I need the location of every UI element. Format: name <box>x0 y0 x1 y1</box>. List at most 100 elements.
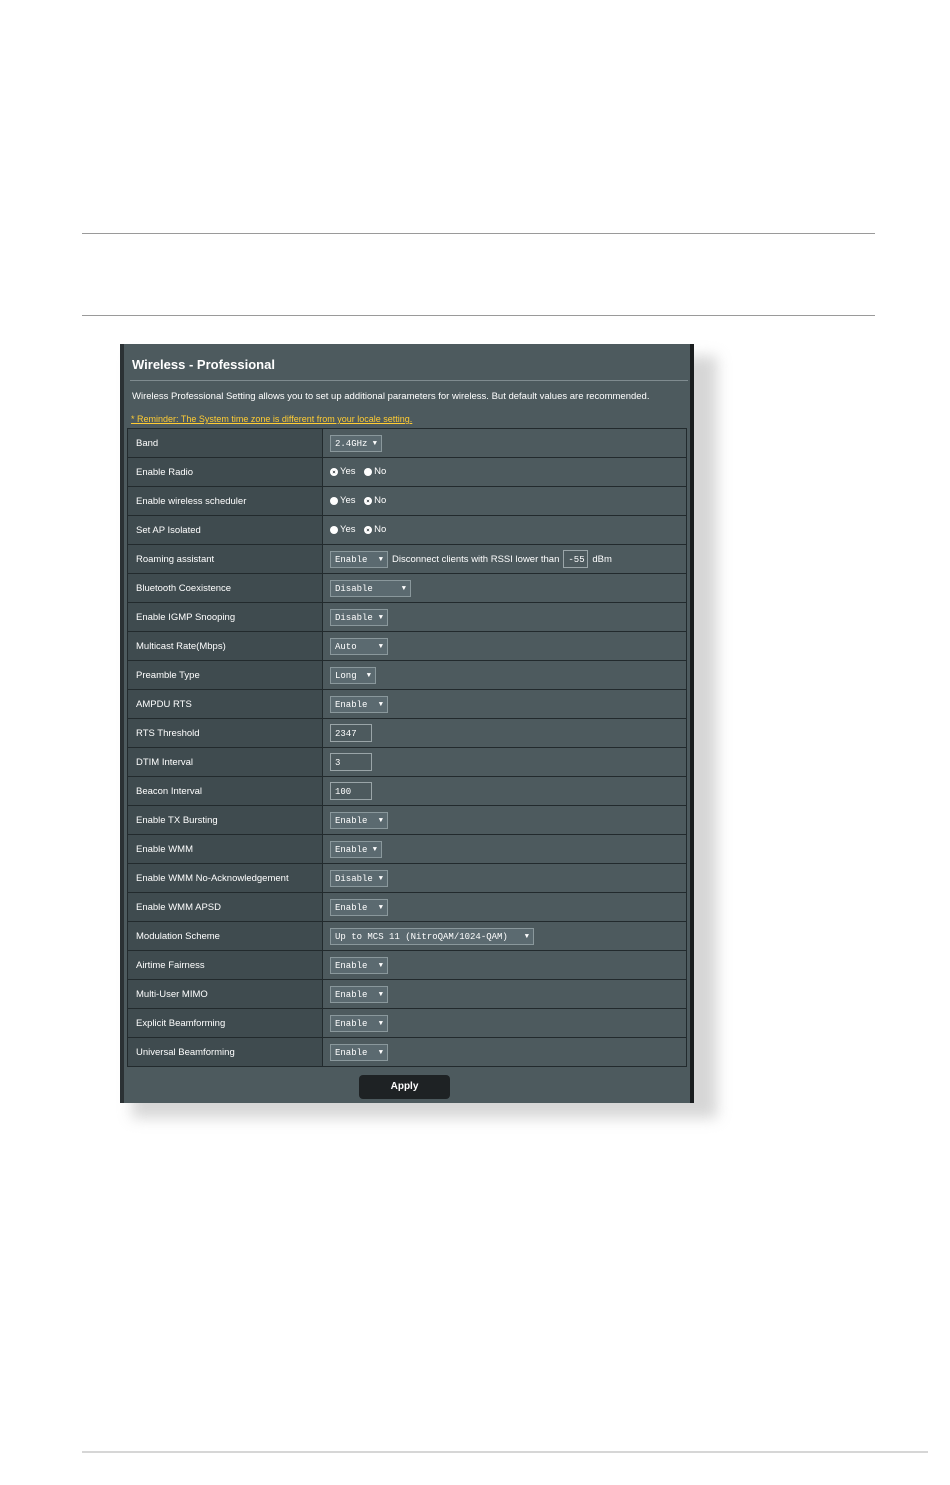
ap-isolated-no-radio[interactable] <box>364 525 373 534</box>
table-row: Enable TX Bursting Enable ▼ <box>127 805 687 835</box>
chevron-down-icon: ▼ <box>366 671 371 680</box>
preamble-select[interactable]: Long ▼ <box>330 666 376 684</box>
explicit-bf-label: Explicit Beamforming <box>127 1008 323 1038</box>
scheduler-no-radio[interactable] <box>364 496 373 505</box>
top-divider <box>82 233 875 234</box>
chevron-down-icon: ▼ <box>378 642 383 651</box>
chevron-down-icon: ▼ <box>378 990 383 999</box>
explicit-bf-select[interactable]: Enable ▼ <box>330 1014 388 1032</box>
wmm-label: Enable WMM <box>127 834 323 864</box>
beacon-input[interactable]: 100 <box>330 782 372 800</box>
scheduler-yes-radio[interactable] <box>330 496 338 505</box>
page-description: Wireless Professional Setting allows you… <box>132 391 650 402</box>
table-row: Preamble Type Long ▼ <box>127 660 687 690</box>
timezone-reminder-link[interactable]: * Reminder: The System time zone is diff… <box>131 414 412 424</box>
table-row: Airtime Fairness Enable ▼ <box>127 950 687 980</box>
enable-radio-yes-radio[interactable] <box>330 467 338 476</box>
chevron-down-icon: ▼ <box>378 961 383 970</box>
rts-threshold-input[interactable]: 2347 <box>330 724 372 742</box>
table-row: Enable Radio Yes No <box>127 457 687 487</box>
ap-isolated-yes-radio[interactable] <box>330 525 338 534</box>
table-row: Enable WMM APSD Enable ▼ <box>127 892 687 922</box>
radio-label-no: No <box>374 524 387 536</box>
band-label: Band <box>127 428 323 458</box>
rts-threshold-label: RTS Threshold <box>127 718 323 748</box>
airtime-select[interactable]: Enable ▼ <box>330 956 388 974</box>
table-row: Multicast Rate(Mbps) Auto ▼ <box>127 631 687 661</box>
chevron-down-icon: ▼ <box>378 700 383 709</box>
radio-label-yes: Yes <box>340 466 356 478</box>
table-row: Enable wireless scheduler Yes No <box>127 486 687 516</box>
band-value: 2.4GHz <box>335 438 368 449</box>
footer-divider <box>82 1451 928 1453</box>
bt-coexistence-select[interactable]: Disable ▼ <box>330 579 411 597</box>
multicast-value: Auto <box>335 641 357 652</box>
wireless-scheduler-label: Enable wireless scheduler <box>127 486 323 516</box>
enable-radio-label: Enable Radio <box>127 457 323 487</box>
chevron-down-icon: ▼ <box>372 439 377 448</box>
table-row: RTS Threshold 2347 <box>127 718 687 748</box>
table-row: Beacon Interval 100 <box>127 776 687 806</box>
rssi-description: Disconnect clients with RSSI lower than <box>392 553 560 565</box>
wmm-apsd-select[interactable]: Enable ▼ <box>330 898 388 916</box>
bt-coexistence-value: Disable <box>335 583 373 594</box>
multicast-select[interactable]: Auto ▼ <box>330 637 388 655</box>
wmm-noack-value: Disable <box>335 873 373 884</box>
chevron-down-icon: ▼ <box>378 555 383 564</box>
table-row: Enable IGMP Snooping Disable ▼ <box>127 602 687 632</box>
table-row: DTIM Interval 3 <box>127 747 687 777</box>
radio-label-yes: Yes <box>340 495 356 507</box>
table-row: Explicit Beamforming Enable ▼ <box>127 1008 687 1038</box>
chevron-down-icon: ▼ <box>378 613 383 622</box>
wmm-select[interactable]: Enable ▼ <box>330 840 382 858</box>
ampdu-rts-label: AMPDU RTS <box>127 689 323 719</box>
enable-radio-no-radio[interactable] <box>364 467 373 476</box>
chevron-down-icon: ▼ <box>401 584 406 593</box>
ampdu-rts-select[interactable]: Enable ▼ <box>330 695 388 713</box>
dtim-label: DTIM Interval <box>127 747 323 777</box>
ampdu-rts-value: Enable <box>335 699 368 710</box>
mu-mimo-select[interactable]: Enable ▼ <box>330 985 388 1003</box>
wireless-professional-panel: Wireless - Professional Wireless Profess… <box>120 344 694 1103</box>
dtim-input[interactable]: 3 <box>330 753 372 771</box>
title-divider <box>130 380 688 381</box>
roaming-assistant-label: Roaming assistant <box>127 544 323 574</box>
rssi-unit: dBm <box>592 553 612 565</box>
universal-bf-label: Universal Beamforming <box>127 1037 323 1067</box>
section-divider <box>82 315 875 316</box>
apply-button[interactable]: Apply <box>359 1075 450 1099</box>
wmm-noack-select[interactable]: Disable ▼ <box>330 869 388 887</box>
universal-bf-value: Enable <box>335 1047 368 1058</box>
mu-mimo-label: Multi-User MIMO <box>127 979 323 1009</box>
tx-bursting-label: Enable TX Bursting <box>127 805 323 835</box>
roaming-assistant-select[interactable]: Enable ▼ <box>330 550 388 568</box>
table-row: Enable WMM No-Acknowledgement Disable ▼ <box>127 863 687 893</box>
universal-bf-select[interactable]: Enable ▼ <box>330 1043 388 1061</box>
page-title: Wireless - Professional <box>132 357 275 372</box>
radio-label-no: No <box>374 495 387 507</box>
wmm-apsd-value: Enable <box>335 902 368 913</box>
chevron-down-icon: ▼ <box>524 932 529 941</box>
airtime-label: Airtime Fairness <box>127 950 323 980</box>
table-row: Roaming assistant Enable ▼ Disconnect clie… <box>127 544 687 574</box>
modulation-select[interactable]: Up to MCS 11 (NitroQAM/1024-QAM) ▼ <box>330 927 534 945</box>
explicit-bf-value: Enable <box>335 1018 368 1029</box>
rssi-threshold-input[interactable]: -55 <box>563 550 589 568</box>
table-row: AMPDU RTS Enable ▼ <box>127 689 687 719</box>
beacon-label: Beacon Interval <box>127 776 323 806</box>
chevron-down-icon: ▼ <box>378 1019 383 1028</box>
igmp-select[interactable]: Disable ▼ <box>330 608 388 626</box>
wmm-noack-label: Enable WMM No-Acknowledgement <box>127 863 323 893</box>
table-row: Multi-User MIMO Enable ▼ <box>127 979 687 1009</box>
band-select[interactable]: 2.4GHz ▼ <box>330 434 382 452</box>
airtime-value: Enable <box>335 960 368 971</box>
tx-bursting-select[interactable]: Enable ▼ <box>330 811 388 829</box>
table-row: Bluetooth Coexistence Disable ▼ <box>127 573 687 603</box>
wmm-apsd-label: Enable WMM APSD <box>127 892 323 922</box>
tx-bursting-value: Enable <box>335 815 368 826</box>
roaming-value: Enable <box>335 554 368 565</box>
modulation-value: Up to MCS 11 (NitroQAM/1024-QAM) <box>335 931 508 942</box>
radio-label-yes: Yes <box>340 524 356 536</box>
ap-isolated-label: Set AP Isolated <box>127 515 323 545</box>
igmp-label: Enable IGMP Snooping <box>127 602 323 632</box>
